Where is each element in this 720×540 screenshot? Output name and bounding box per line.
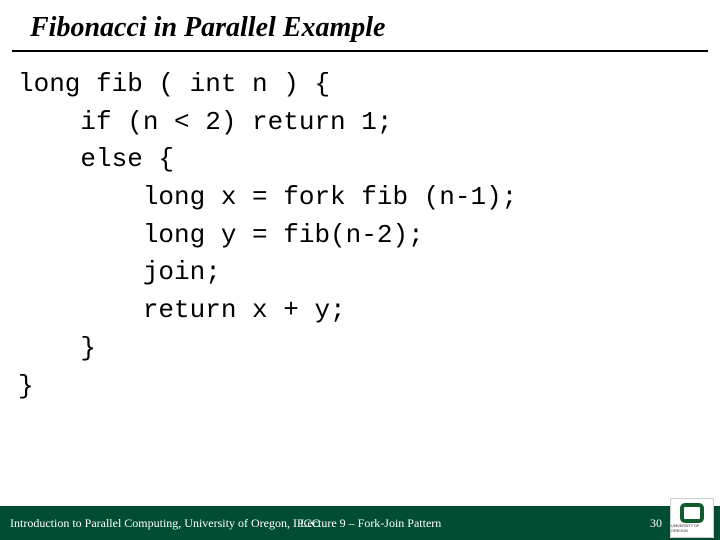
footer-left-text: Introduction to Parallel Computing, Univ… — [0, 516, 320, 531]
footer-bar: Introduction to Parallel Computing, Univ… — [0, 506, 720, 540]
logo-caption: UNIVERSITY OF OREGON — [671, 523, 713, 533]
oregon-o-icon — [680, 503, 704, 523]
code-block: long fib ( int n ) { if (n < 2) return 1… — [0, 52, 720, 419]
slide-title: Fibonacci in Parallel Example — [12, 0, 708, 52]
page-number: 30 — [650, 516, 662, 531]
footer-center-text: Lecture 9 – Fork-Join Pattern — [300, 516, 441, 531]
university-logo: UNIVERSITY OF OREGON — [670, 498, 714, 538]
